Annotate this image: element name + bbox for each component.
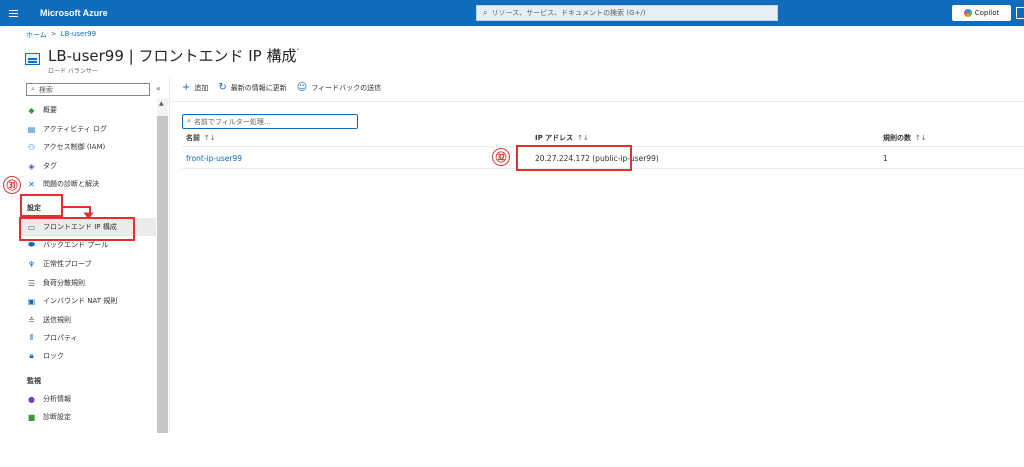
page-title: LB-user99 | フロントエンド IP 構成 bbox=[48, 47, 297, 65]
feedback-button[interactable]: ☺ フィードバックの送信 bbox=[297, 82, 381, 93]
page-subtitle: ロード バランサー bbox=[48, 68, 98, 75]
lock-icon: 🔒︎ bbox=[29, 351, 34, 360]
column-header-label: 規則の数 bbox=[883, 134, 911, 142]
hamburger-menu-icon[interactable] bbox=[0, 0, 26, 26]
wrench-icon: ✕ bbox=[28, 179, 35, 189]
tag-icon: ◈ bbox=[28, 161, 35, 171]
plus-icon: + bbox=[182, 82, 191, 93]
command-bar: + 追加 ↻ 最新の情報に更新 ☺ フィードバックの送信 bbox=[182, 82, 381, 93]
search-icon: ⌕ bbox=[187, 117, 191, 125]
sidebar-item-health-probe[interactable]: ♆ 正常性プローブ bbox=[20, 255, 156, 273]
feedback-icon: ☺ bbox=[296, 82, 308, 93]
sidebar-item-label: 分析情報 bbox=[43, 395, 71, 403]
filter-by-name-input[interactable]: ⌕ 名前でフィルター処理... bbox=[182, 114, 358, 129]
add-button[interactable]: + 追加 bbox=[182, 82, 208, 93]
add-label: 追加 bbox=[194, 83, 209, 92]
column-header-label: IP アドレス bbox=[535, 134, 574, 142]
sidebar-item-locks[interactable]: 🔒︎ ロック bbox=[20, 347, 156, 365]
sidebar-item-nat-rules[interactable]: ▣ インバウンド NAT 規則 bbox=[20, 292, 156, 310]
sidebar-item-label: アクセス制御 (IAM) bbox=[43, 143, 106, 151]
search-icon: ⌕ bbox=[31, 85, 35, 93]
sidebar-item-activity-log[interactable]: ▤ アクティビティ ログ bbox=[20, 120, 156, 138]
sort-icon: ↑↓ bbox=[915, 134, 927, 142]
refresh-button[interactable]: ↻ 最新の情報に更新 bbox=[218, 82, 286, 93]
sidebar-item-label: 送信規則 bbox=[43, 316, 71, 324]
table-cell-rules: 1 bbox=[883, 154, 888, 163]
more-options-icon[interactable]: ··· bbox=[288, 45, 301, 56]
properties-icon: ⦀ bbox=[29, 333, 34, 342]
sidebar-item-label: ロック bbox=[43, 352, 64, 360]
sort-icon: ↑↓ bbox=[577, 134, 589, 142]
favorite-star-icon[interactable]: ☆ bbox=[270, 47, 279, 58]
diagnostics-icon: ■ bbox=[27, 412, 36, 422]
global-search-placeholder: リソース、サービス、ドキュメントの検索 (G+/) bbox=[491, 9, 646, 17]
sidebar-item-overview[interactable]: ◆ 概要 bbox=[20, 101, 156, 119]
nat-icon: ▣ bbox=[27, 296, 36, 306]
sidebar-item-diagnose[interactable]: ✕ 問題の診断と解決 bbox=[20, 175, 156, 193]
cloud-shell-icon[interactable] bbox=[1016, 7, 1024, 19]
sidebar-search-placeholder: 検索 bbox=[38, 85, 53, 94]
outbound-icon: ≛ bbox=[28, 315, 35, 325]
refresh-label: 最新の情報に更新 bbox=[230, 83, 287, 92]
activity-log-icon: ▤ bbox=[27, 124, 36, 134]
breadcrumb: ホーム > LB-user99 bbox=[26, 30, 96, 40]
sidebar-item-label: 負荷分散規則 bbox=[43, 279, 85, 287]
callout-number-32: ㉜ bbox=[492, 148, 510, 166]
copilot-icon bbox=[963, 9, 972, 17]
section-heading-monitoring: 監視 bbox=[27, 377, 41, 385]
sidebar-item-label: インバウンド NAT 規則 bbox=[43, 297, 118, 305]
callout-box-settings bbox=[20, 194, 63, 217]
people-icon: ⚇ bbox=[27, 142, 36, 152]
sidebar-item-lb-rules[interactable]: ☰ 負荷分散規則 bbox=[20, 274, 156, 292]
sidebar-item-label: タグ bbox=[43, 162, 57, 170]
sidebar-item-outbound-rules[interactable]: ≛ 送信規則 bbox=[20, 311, 156, 329]
sidebar-item-label: 問題の診断と解決 bbox=[43, 180, 99, 188]
sidebar-scroll-thumb[interactable] bbox=[157, 116, 168, 433]
brand-title[interactable]: Microsoft Azure bbox=[40, 8, 108, 18]
sidebar-search-input[interactable]: ⌕ 検索 bbox=[26, 83, 150, 96]
collapse-sidebar-icon[interactable]: « bbox=[156, 84, 161, 93]
column-header-label: 名前 bbox=[186, 134, 200, 142]
probe-icon: ♆ bbox=[27, 259, 36, 269]
sidebar-item-label: 概要 bbox=[43, 106, 57, 114]
sidebar-divider bbox=[169, 78, 170, 433]
callout-box-frontend-ip bbox=[19, 217, 135, 241]
load-balancer-icon bbox=[25, 53, 40, 65]
sidebar-item-label: 正常性プローブ bbox=[43, 260, 92, 268]
sidebar-item-diagnostic-settings[interactable]: ■ 診断設定 bbox=[20, 408, 156, 426]
sidebar-item-properties[interactable]: ⦀ プロパティ bbox=[20, 329, 156, 347]
refresh-icon: ↻ bbox=[218, 82, 227, 93]
scroll-up-icon[interactable]: ▲ bbox=[159, 100, 164, 107]
top-bar: Microsoft Azure ⌕ リソース、サービス、ドキュメントの検索 (G… bbox=[0, 0, 1024, 26]
column-header-name[interactable]: 名前 ↑↓ bbox=[186, 133, 216, 143]
insights-icon: ● bbox=[28, 394, 35, 404]
sidebar-item-label: 診断設定 bbox=[43, 413, 71, 421]
diamond-icon: ◆ bbox=[28, 105, 35, 115]
sidebar-item-label: プロパティ bbox=[43, 334, 78, 342]
filter-placeholder: 名前でフィルター処理... bbox=[193, 117, 271, 126]
sidebar-item-insights[interactable]: ● 分析情報 bbox=[20, 390, 156, 408]
breadcrumb-resource[interactable]: LB-user99 bbox=[61, 30, 96, 40]
breadcrumb-separator: > bbox=[50, 30, 57, 38]
sort-icon: ↑↓ bbox=[204, 134, 216, 142]
table-cell-name-link[interactable]: front-ip-user99 bbox=[186, 154, 242, 163]
search-icon: ⌕ bbox=[483, 8, 488, 17]
column-header-rules[interactable]: 規則の数 ↑↓ bbox=[883, 133, 927, 143]
callout-box-ip-address bbox=[516, 145, 632, 171]
sidebar-item-tags[interactable]: ◈ タグ bbox=[20, 157, 156, 175]
rules-icon: ☰ bbox=[27, 278, 36, 288]
copilot-button[interactable]: Copilot bbox=[952, 5, 1011, 21]
breadcrumb-home[interactable]: ホーム bbox=[26, 30, 47, 40]
backend-pool-icon: ⬬ bbox=[28, 240, 35, 249]
copilot-label: Copilot bbox=[974, 9, 1000, 17]
callout-number-31: ㉛ bbox=[3, 176, 21, 194]
sidebar-item-label: バックエンド プール bbox=[43, 241, 109, 249]
sidebar-item-iam[interactable]: ⚇ アクセス制御 (IAM) bbox=[20, 138, 156, 156]
command-bar-divider bbox=[170, 101, 1024, 102]
global-search-input[interactable]: ⌕ リソース、サービス、ドキュメントの検索 (G+/) bbox=[476, 5, 778, 21]
column-header-ip[interactable]: IP アドレス ↑↓ bbox=[535, 133, 589, 143]
sidebar-item-label: アクティビティ ログ bbox=[43, 125, 108, 133]
callout-arrow-line bbox=[63, 206, 91, 208]
feedback-label: フィードバックの送信 bbox=[311, 83, 382, 92]
